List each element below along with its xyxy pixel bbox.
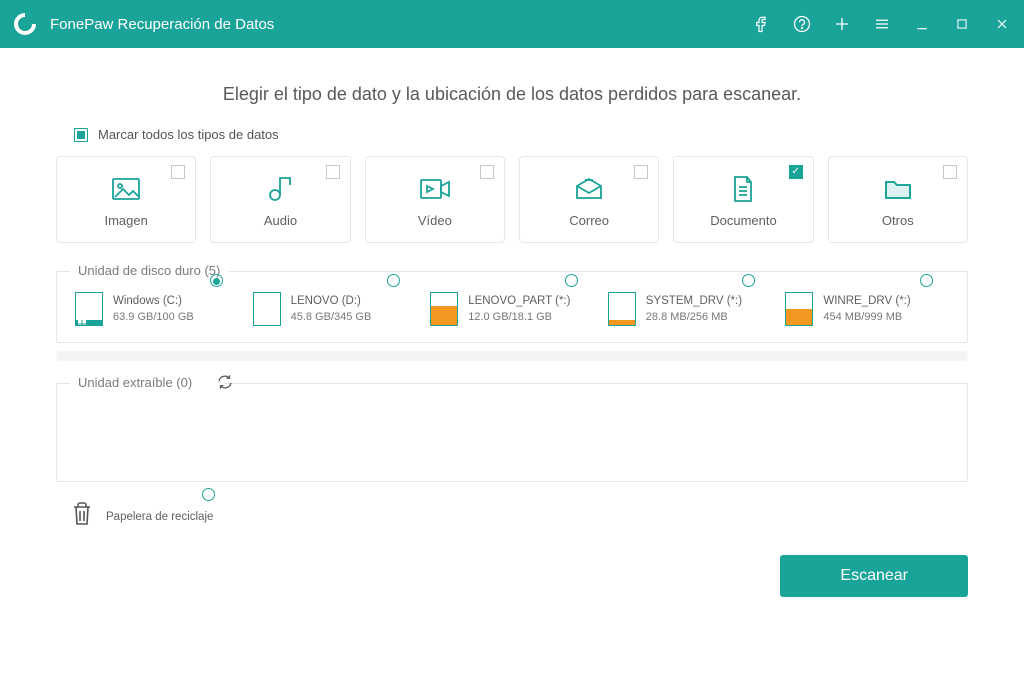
close-icon[interactable] [992, 14, 1012, 34]
recycle-label: Papelera de reciclaje [106, 511, 213, 523]
type-card-video[interactable]: Vídeo [365, 156, 505, 243]
drive-usage-icon [75, 292, 103, 326]
drive-radio[interactable] [210, 274, 223, 287]
windows-icon [78, 315, 86, 323]
type-checkbox[interactable] [789, 165, 803, 179]
trash-icon [70, 500, 94, 533]
drive-size: 45.8 GB/345 GB [291, 311, 372, 323]
type-card-documento[interactable]: Documento [673, 156, 813, 243]
drive-name: SYSTEM_DRV (*:) [646, 295, 742, 307]
type-checkbox[interactable] [943, 165, 957, 179]
drive-name: WINRE_DRV (*:) [823, 295, 910, 307]
checkbox-indeterminate-icon [74, 128, 88, 142]
title-bar: FonePaw Recuperación de Datos [0, 0, 1024, 48]
type-checkbox[interactable] [480, 165, 494, 179]
hdd-section: Unidad de disco duro (5) Windows (C:)63.… [56, 271, 968, 343]
scan-button[interactable]: Escanear [780, 555, 968, 597]
drive-usage-icon [608, 292, 636, 326]
plus-icon[interactable] [832, 14, 852, 34]
drives-scrollbar[interactable] [56, 351, 968, 361]
drive-item[interactable]: LENOVO_PART (*:) 12.0 GB/18.1 GB [430, 292, 594, 326]
maximize-icon[interactable] [952, 14, 972, 34]
drive-usage-icon [253, 292, 281, 326]
type-label: Documento [682, 213, 804, 228]
drive-item[interactable]: Windows (C:) 63.9 GB/100 GB [75, 292, 239, 326]
otros-icon [837, 173, 959, 205]
menu-icon[interactable] [872, 14, 892, 34]
type-label: Otros [837, 213, 959, 228]
page-heading: Elegir el tipo de dato y la ubicación de… [56, 84, 968, 105]
type-card-otros[interactable]: Otros [828, 156, 968, 243]
drive-name: LENOVO (D:) [291, 295, 372, 307]
drive-name: LENOVO_PART (*:) [468, 295, 570, 307]
drive-usage-icon [785, 292, 813, 326]
minimize-icon[interactable] [912, 14, 932, 34]
correo-icon [528, 173, 650, 205]
removable-legend: Unidad extraíble (0) [78, 375, 192, 390]
drive-radio[interactable] [387, 274, 400, 287]
drive-radio[interactable] [920, 274, 933, 287]
drive-radio[interactable] [742, 274, 755, 287]
documento-icon [682, 173, 804, 205]
imagen-icon [65, 173, 187, 205]
recycle-radio[interactable] [202, 488, 215, 501]
facebook-icon[interactable] [752, 14, 772, 34]
select-all-types[interactable]: Marcar todos los tipos de datos [56, 127, 968, 142]
drive-name: Windows (C:) [113, 295, 194, 307]
removable-section: Unidad extraíble (0) [56, 383, 968, 482]
type-card-correo[interactable]: Correo [519, 156, 659, 243]
type-checkbox[interactable] [634, 165, 648, 179]
app-logo-icon [12, 11, 38, 37]
drive-item[interactable]: LENOVO (D:) 45.8 GB/345 GB [253, 292, 417, 326]
drive-size: 63.9 GB/100 GB [113, 311, 194, 323]
type-label: Audio [219, 213, 341, 228]
drive-usage-icon [430, 292, 458, 326]
drive-radio[interactable] [565, 274, 578, 287]
drive-item[interactable]: WINRE_DRV (*:) 454 MB/999 MB [785, 292, 949, 326]
app-title: FonePaw Recuperación de Datos [50, 16, 274, 33]
drive-size: 12.0 GB/18.1 GB [468, 311, 570, 323]
recycle-bin-option[interactable]: Papelera de reciclaje [56, 500, 968, 533]
type-label: Vídeo [374, 213, 496, 228]
drive-size: 28.8 MB/256 MB [646, 311, 742, 323]
type-label: Correo [528, 213, 650, 228]
feedback-icon[interactable] [792, 14, 812, 34]
drive-size: 454 MB/999 MB [823, 311, 910, 323]
drive-item[interactable]: SYSTEM_DRV (*:) 28.8 MB/256 MB [608, 292, 772, 326]
audio-icon [219, 173, 341, 205]
refresh-icon[interactable] [216, 373, 234, 394]
type-checkbox[interactable] [326, 165, 340, 179]
video-icon [374, 173, 496, 205]
type-card-audio[interactable]: Audio [210, 156, 350, 243]
type-card-imagen[interactable]: Imagen [56, 156, 196, 243]
select-all-label: Marcar todos los tipos de datos [98, 127, 279, 142]
type-checkbox[interactable] [171, 165, 185, 179]
type-label: Imagen [65, 213, 187, 228]
hdd-legend: Unidad de disco duro (5) [70, 263, 228, 278]
